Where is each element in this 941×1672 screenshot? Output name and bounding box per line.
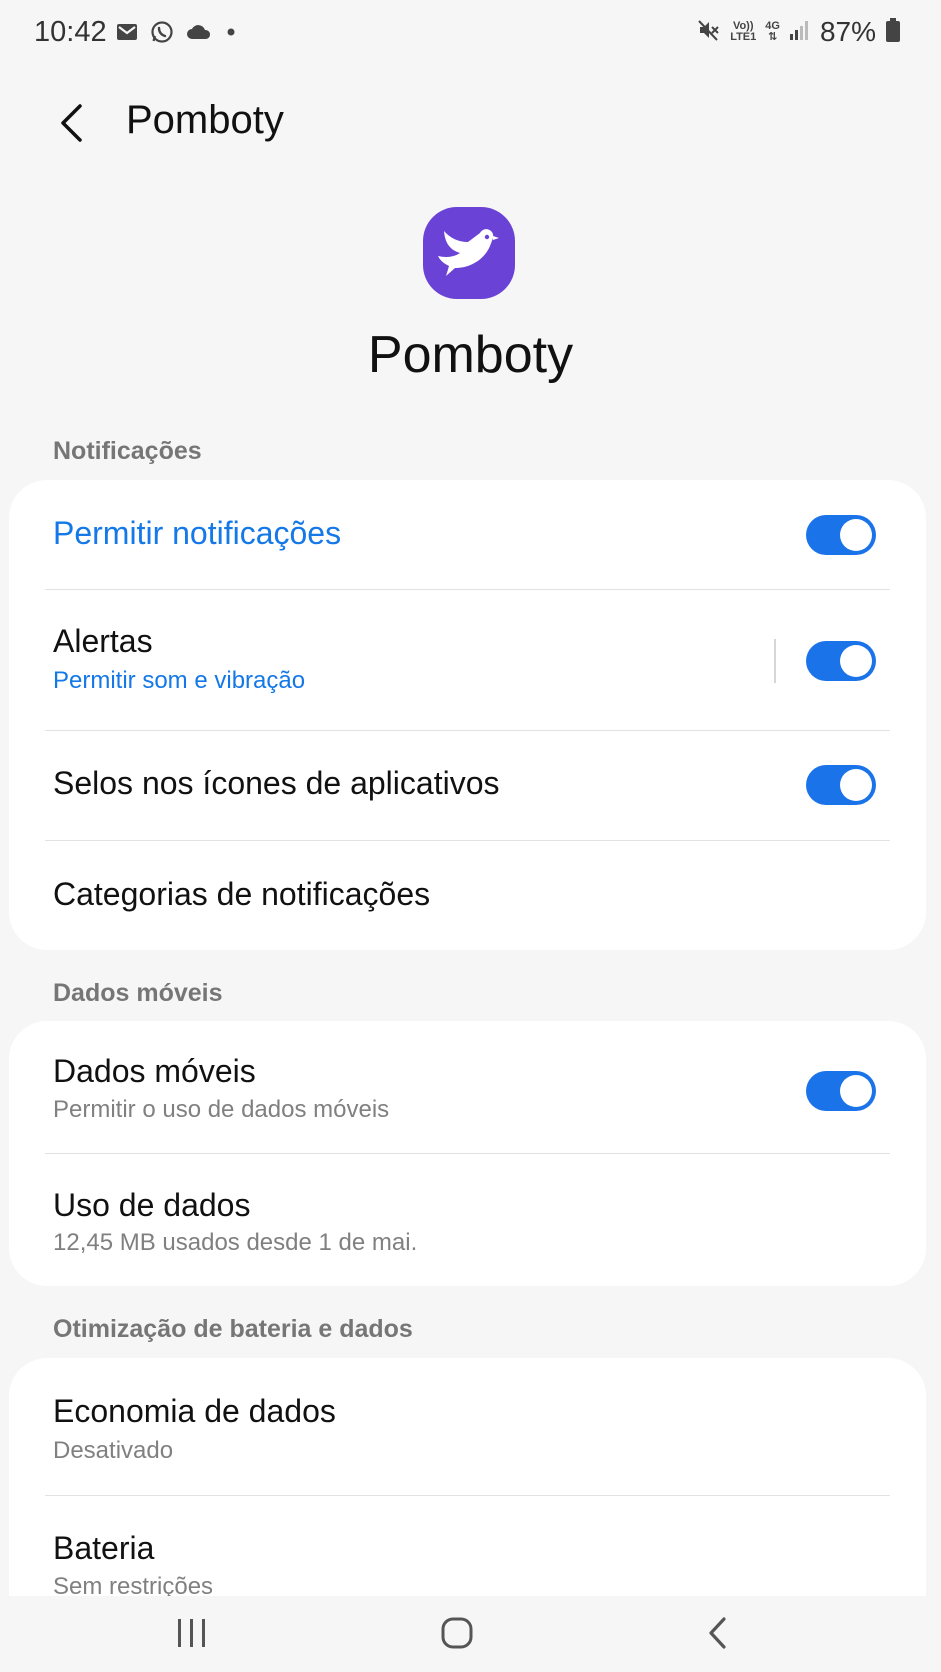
notification-categories-label: Categorias de notificações bbox=[53, 876, 431, 912]
alerts-toggle[interactable] bbox=[806, 641, 876, 681]
allow-notifications-label: Permitir notificações bbox=[53, 515, 342, 551]
mobile-data-card: Dados móveis Permitir o uso de dados móv… bbox=[9, 1021, 926, 1286]
nav-back-button[interactable] bbox=[687, 1610, 747, 1656]
recent-apps-icon bbox=[178, 1619, 205, 1647]
data-saver-subtitle: Desativado bbox=[53, 1437, 174, 1464]
battery-subtitle: Sem restrições bbox=[53, 1573, 214, 1596]
volte-icon: Vo)) LTE1 bbox=[730, 21, 756, 43]
alerts-row[interactable]: Alertas Permitir som e vibração bbox=[9, 590, 926, 731]
battery-icon bbox=[885, 17, 901, 48]
nav-back-icon bbox=[709, 1617, 726, 1649]
mobile-data-toggle[interactable] bbox=[806, 1071, 876, 1111]
allow-notifications-toggle[interactable] bbox=[806, 515, 876, 555]
dot-icon bbox=[224, 25, 238, 44]
status-bar: 10:42 Vo)) LTE1 4G ⇅ 87% bbox=[0, 0, 941, 70]
data-usage-row[interactable]: Uso de dados 12,45 MB usados desde 1 de … bbox=[9, 1154, 926, 1286]
allow-notifications-row[interactable]: Permitir notificações bbox=[9, 480, 926, 590]
home-button[interactable] bbox=[427, 1610, 487, 1656]
mobile-data-row[interactable]: Dados móveis Permitir o uso de dados móv… bbox=[9, 1021, 926, 1154]
battery-label: Bateria bbox=[53, 1530, 155, 1566]
notification-categories-row[interactable]: Categorias de notificações bbox=[9, 841, 926, 950]
toggle-knob bbox=[840, 769, 872, 801]
dove-icon bbox=[438, 229, 499, 276]
notification-icons bbox=[116, 20, 238, 49]
toggle-knob bbox=[840, 519, 872, 551]
screen: 10:42 Vo)) LTE1 4G ⇅ 87% Pomboty Pomboty… bbox=[0, 0, 941, 1672]
vertical-separator bbox=[774, 639, 776, 683]
alerts-subtitle: Permitir som e vibração bbox=[53, 667, 306, 694]
system-icons: Vo)) LTE1 4G ⇅ 87% bbox=[697, 16, 901, 48]
home-icon bbox=[441, 1617, 473, 1649]
recent-apps-button[interactable] bbox=[162, 1610, 222, 1656]
badges-row[interactable]: Selos nos ícones de aplicativos bbox=[9, 731, 926, 841]
cloud-icon bbox=[186, 23, 212, 46]
app-icon bbox=[423, 207, 515, 299]
mute-icon bbox=[697, 18, 721, 47]
data-usage-subtitle: 12,45 MB usados desde 1 de mai. bbox=[53, 1229, 418, 1256]
mobile-data-subtitle: Permitir o uso de dados móveis bbox=[53, 1096, 390, 1123]
alerts-label: Alertas bbox=[53, 623, 153, 659]
section-label-notifications: Notificações bbox=[53, 437, 202, 465]
battery-row[interactable]: Bateria Sem restrições bbox=[9, 1496, 926, 1596]
volte-bottom-label: LTE1 bbox=[730, 31, 757, 43]
toggle-knob bbox=[840, 645, 872, 677]
data-arrows-glyph: ⇅ bbox=[768, 31, 778, 43]
back-arrow-icon bbox=[61, 104, 82, 142]
signal-icon bbox=[789, 19, 811, 46]
mobile-data-label: Dados móveis bbox=[53, 1053, 256, 1089]
gmail-icon bbox=[116, 23, 138, 46]
data-saver-label: Economia de dados bbox=[53, 1393, 336, 1429]
whatsapp-icon bbox=[150, 20, 174, 49]
back-button[interactable] bbox=[48, 100, 94, 146]
data-saver-row[interactable]: Economia de dados Desativado bbox=[9, 1358, 926, 1496]
4g-icon: 4G ⇅ bbox=[765, 21, 780, 43]
badges-label: Selos nos ícones de aplicativos bbox=[53, 765, 500, 801]
toggle-knob bbox=[840, 1075, 872, 1107]
section-label-optimization: Otimização de bateria e dados bbox=[53, 1315, 413, 1343]
status-time: 10:42 bbox=[34, 16, 107, 48]
optimization-card: Economia de dados Desativado Bateria Sem… bbox=[9, 1358, 926, 1596]
app-header: Pomboty bbox=[0, 78, 941, 168]
page-title: Pomboty bbox=[126, 98, 284, 142]
notifications-card: Permitir notificações Alertas Permitir s… bbox=[9, 480, 926, 950]
navigation-bar bbox=[0, 1596, 941, 1672]
badges-toggle[interactable] bbox=[806, 765, 876, 805]
app-name: Pomboty bbox=[367, 326, 574, 384]
section-label-mobile-data: Dados móveis bbox=[53, 979, 223, 1007]
battery-percent: 87% bbox=[819, 16, 876, 47]
data-usage-label: Uso de dados bbox=[53, 1187, 251, 1223]
